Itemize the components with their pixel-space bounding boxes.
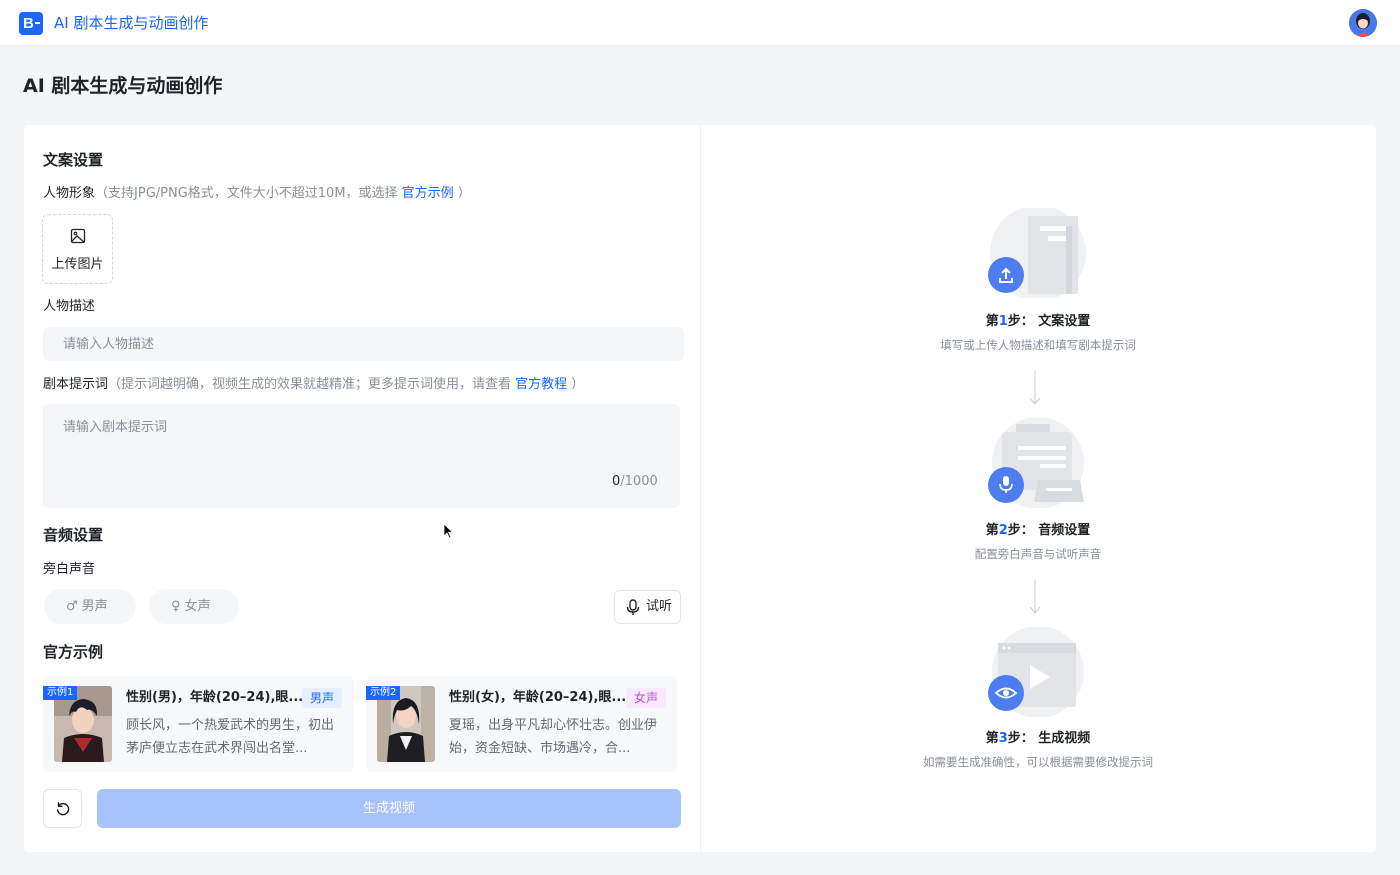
user-avatar[interactable] [1349,9,1377,37]
examples-title: 官方示例 [43,643,104,661]
male-voice-label: 男声 [81,599,108,614]
avatar-field-label: 人物形象（支持JPG/PNG格式，文件大小不超过10M，或选择 官方示例 ） [43,185,471,203]
audio-settings-title: 音频设置 [43,526,104,544]
step-3-illustration [988,626,1088,718]
prompt-field-label: 剧本提示词（提示词越明确，视频生成的效果就越精准；更多提示词使用，请查看 官方教… [43,376,584,394]
male-voice-option[interactable]: ♂ 男声 [44,589,136,624]
female-icon: ♀ [171,599,181,614]
prompt-hint: （提示词越明确，视频生成的效果就越精准；更多提示词使用，请查看 [108,377,516,392]
prompt-char-counter: 0/1000 [612,474,658,490]
step-1-illustration [988,205,1088,301]
female-voice-tag: 女声 [626,688,667,708]
example-title: 性别(女)，年龄(20–24),眼... [449,690,627,705]
avatar-hint-end: ） [453,186,471,201]
arrow-down-icon [1029,371,1041,405]
female-voice-option[interactable]: ♀ 女声 [149,589,239,624]
panel-divider [700,125,701,852]
example-card-2[interactable]: 示例2 性别(女)，年龄(20–24),眼... 女声 夏瑶，出身平凡却心怀壮志… [366,676,677,772]
step-1-title: 第1步： 文案设置 [900,313,1176,331]
step-1-description: 填写或上传人物描述和填写剧本提示词 [940,338,1136,352]
official-example-link[interactable]: 官方示例 [402,186,454,201]
step-2-description: 配置旁白声音与试听声音 [974,547,1102,561]
female-voice-label: 女声 [184,599,211,614]
example-description: 顾长风，一个热爱武术的男生，初出茅庐便立志在武术界闯出名堂... [126,718,335,756]
reset-button[interactable] [43,789,82,828]
example-badge: 示例1 [43,686,78,700]
male-voice-tag: 男声 [302,688,343,708]
step-3-number: 3 [998,731,1008,746]
narration-voice-label: 旁白声音 [43,562,96,577]
step-1-suffix: 步： 文案设置 [1007,314,1091,329]
image-icon [70,228,86,244]
microphone-icon [626,599,640,615]
example-badge: 示例2 [366,686,401,700]
character-desc-label: 人物描述 [43,299,96,314]
arrow-down-icon [1029,580,1041,614]
step-3-description: 如需要生成准确性，可以根据需要修改提示词 [923,755,1153,769]
upload-image-label: 上传图片 [51,257,104,272]
listen-label: 试听 [646,599,673,614]
copy-settings-title: 文案设置 [43,151,104,169]
official-tutorial-link[interactable]: 官方教程 [515,377,567,392]
app-logo[interactable]: B [19,12,43,35]
counter-max: /1000 [620,474,658,489]
prompt-hint-end: ） [567,377,585,392]
step-2-suffix: 步： 音频设置 [1007,523,1091,538]
step-2-number: 2 [998,523,1008,538]
step-3-suffix: 步： 生成视频 [1007,731,1091,746]
avatar-image [1349,9,1377,37]
step-1-prefix: 第 [985,314,999,329]
example-card-1[interactable]: 示例1 性别(男)，年龄(20–24),眼... 男声 顾长风，一个热爱武术的男… [43,676,354,772]
step-1-number: 1 [998,314,1008,329]
top-bar: B AI 剧本生成与动画创作 [0,0,1400,46]
script-prompt-textarea[interactable] [43,404,680,508]
reset-icon [56,802,70,816]
listen-button[interactable]: 试听 [614,590,681,624]
page-title: AI 剧本生成与动画创作 [23,75,223,97]
upload-image-button[interactable]: 上传图片 [42,214,113,284]
generate-video-button[interactable]: 生成视频 [97,789,681,828]
character-desc-input[interactable] [43,327,684,361]
step-2-prefix: 第 [985,523,999,538]
male-icon: ♂ [66,599,78,614]
example-title: 性别(男)，年龄(20–24),眼... [126,690,304,705]
mouse-cursor-icon [443,523,454,539]
example-description: 夏瑶，出身平凡却心怀壮志。创业伊始，资金短缺、市场遇冷，合... [449,718,658,756]
step-2-title: 第2步： 音频设置 [900,522,1176,540]
step-3-prefix: 第 [985,731,999,746]
prompt-label: 剧本提示词 [43,377,109,392]
avatar-hint: （支持JPG/PNG格式，文件大小不超过10M，或选择 [95,186,402,201]
app-title[interactable]: AI 剧本生成与动画创作 [54,13,208,33]
step-3-title: 第3步： 生成视频 [900,730,1176,748]
avatar-label: 人物形象 [43,186,96,201]
step-2-illustration [988,417,1088,509]
